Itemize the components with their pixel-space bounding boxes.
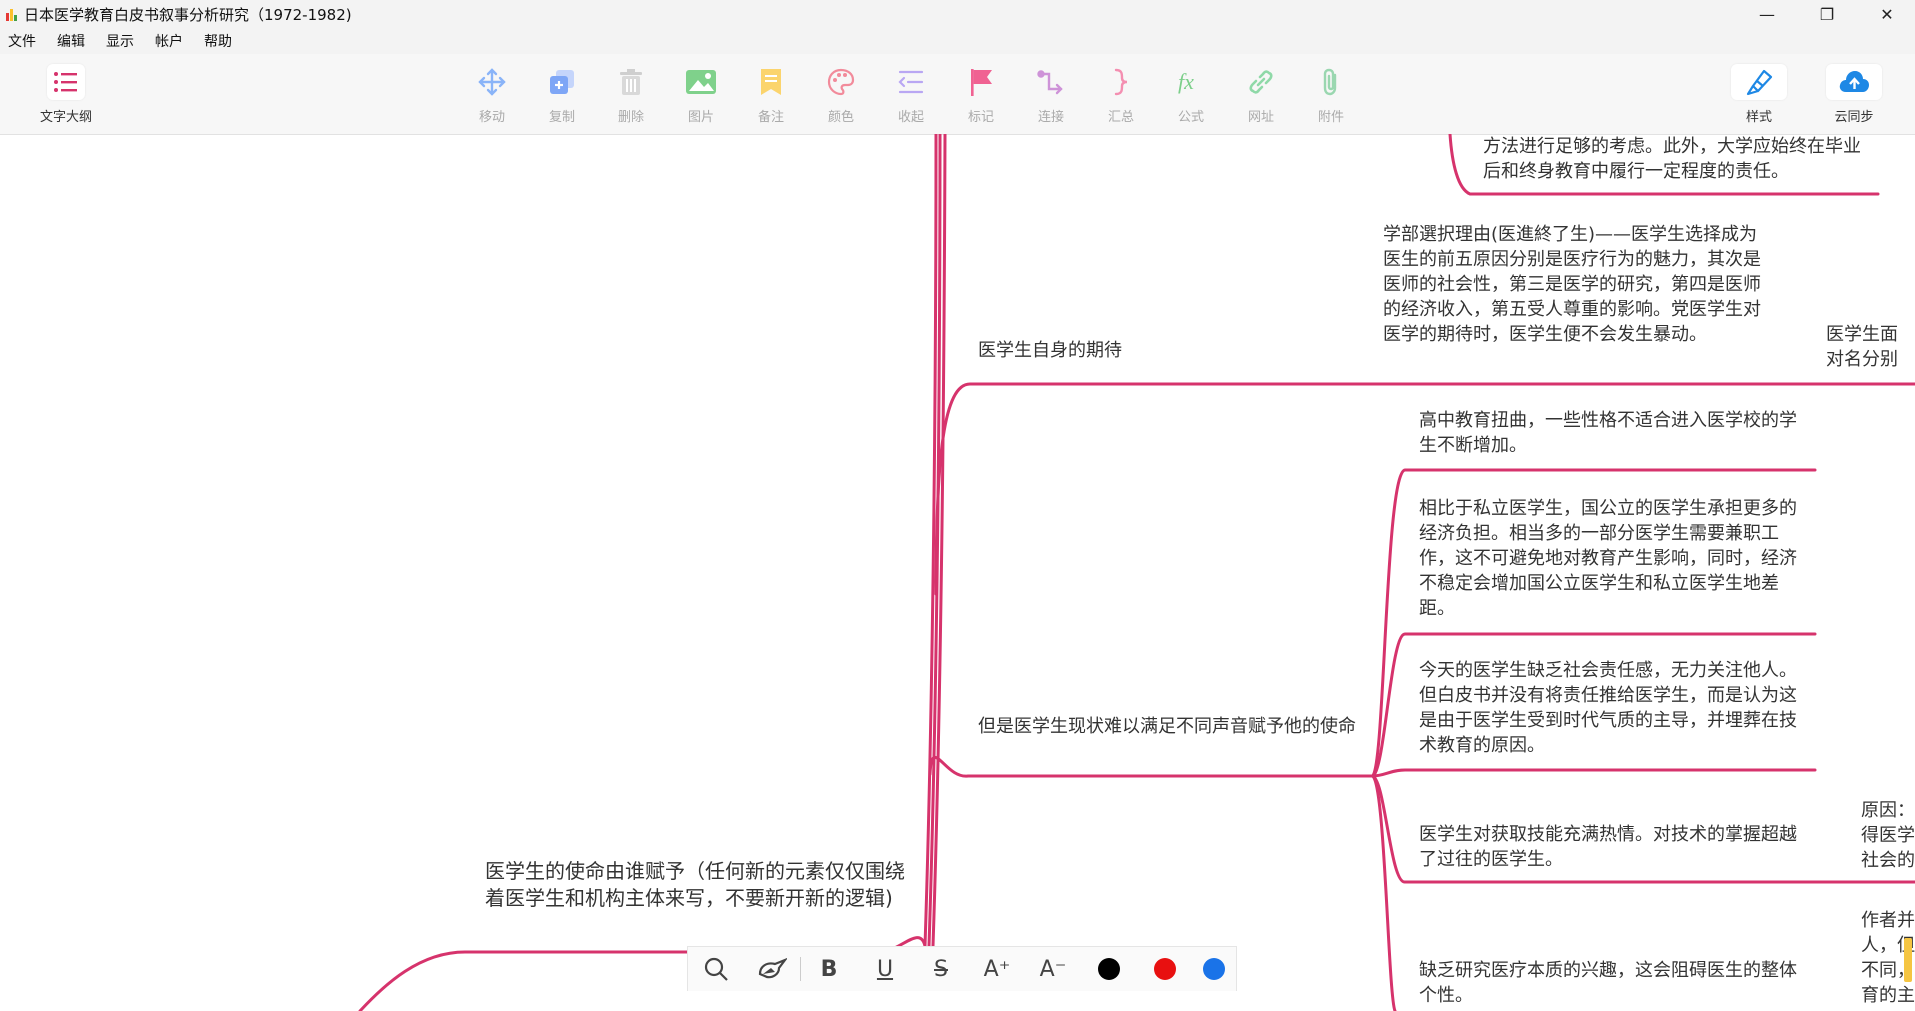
formula-label: 公式 [1177, 110, 1204, 125]
outline-label: 文字大纲 [39, 110, 92, 125]
node-tech[interactable]: 医学生对获取技能充满热情。对技术的掌握超越了过往的医学生。 [1419, 822, 1804, 872]
swatch-blue [1203, 958, 1225, 980]
close-button[interactable]: ✕ [1857, 0, 1915, 28]
delete-label: 删除 [617, 110, 644, 125]
mark-button[interactable]: 标记 [951, 64, 1011, 130]
bold-button[interactable]: B [801, 947, 857, 991]
formula-icon: fx [1172, 64, 1210, 100]
image-label: 图片 [687, 110, 714, 125]
delete-button[interactable]: 删除 [601, 64, 661, 130]
color-button[interactable]: 颜色 [811, 64, 871, 130]
move-button[interactable]: 移动 [462, 64, 522, 130]
connect-button[interactable]: 连接 [1021, 64, 1081, 130]
paperclip-icon [1312, 64, 1350, 100]
swatch-red [1154, 958, 1176, 980]
svg-text:fx: fx [1178, 69, 1194, 94]
image-icon [682, 64, 720, 100]
menu-help[interactable]: 帮助 [204, 31, 232, 51]
connect-icon [1032, 64, 1070, 100]
menu-account[interactable]: 帐户 [155, 31, 183, 51]
swatch-black [1098, 958, 1120, 980]
format-bar: B U S A⁺ A⁻ [687, 946, 1237, 991]
underline-button[interactable]: U [857, 947, 913, 991]
link-icon [1242, 64, 1280, 100]
url-button[interactable]: 网址 [1231, 64, 1291, 130]
attachment-label: 附件 [1317, 110, 1344, 125]
copy-label: 复制 [548, 110, 575, 125]
search-icon [704, 957, 728, 981]
style-label: 样式 [1745, 110, 1772, 125]
cloud-sync-button[interactable]: 云同步 [1824, 64, 1884, 130]
summary-button[interactable]: 汇总 [1091, 64, 1151, 130]
outline-button[interactable]: 文字大纲 [36, 64, 96, 130]
color-red-button[interactable] [1137, 947, 1193, 991]
connect-label: 连接 [1037, 110, 1064, 125]
title-bar: 日本医学教育白皮书叙事分析研究（1972-1982) — ❐ ✕ [0, 0, 1915, 28]
node-research[interactable]: 缺乏研究医疗本质的兴趣，这会阻碍医生的整体个性。 [1419, 958, 1804, 1008]
attachment-button[interactable]: 附件 [1301, 64, 1361, 130]
palette-icon [822, 64, 860, 100]
trash-icon [612, 64, 650, 100]
brace-icon [1102, 64, 1140, 100]
collapse-icon [892, 64, 930, 100]
node-duty[interactable]: 今天的医学生缺乏社会责任感，无力关注他人。但白皮书并没有将责任推给医学生，而是认… [1419, 658, 1804, 758]
search-button[interactable] [688, 947, 744, 991]
font-increase-button[interactable]: A⁺ [969, 947, 1025, 991]
summary-label: 汇总 [1107, 110, 1134, 125]
strikethrough-button[interactable]: S [913, 947, 969, 991]
collapse-label: 收起 [897, 110, 924, 125]
scroll-handle[interactable] [1904, 938, 1912, 982]
style-button[interactable]: 样式 [1729, 64, 1789, 130]
app-logo-icon [6, 7, 18, 21]
note-icon [752, 64, 790, 100]
format-painter-icon [758, 958, 787, 979]
cloud-upload-icon [1826, 64, 1882, 100]
branch-mission-gap [928, 756, 1374, 778]
mark-label: 标记 [967, 110, 994, 125]
move-icon [473, 64, 511, 100]
copy-button[interactable]: 复制 [532, 64, 592, 130]
brush-icon [1731, 64, 1787, 100]
color-black-button[interactable] [1081, 947, 1137, 991]
url-label: 网址 [1247, 110, 1274, 125]
node-expect[interactable]: 医学生自身的期待 [978, 338, 1278, 363]
maximize-button[interactable]: ❐ [1797, 0, 1857, 28]
color-blue-button[interactable] [1193, 947, 1236, 991]
node-mission-who[interactable]: 医学生的使命由谁赋予（任何新的元素仅仅围绕着医学生和机构主体来写，不要新开新的逻… [485, 858, 915, 912]
trunk-line [923, 134, 938, 948]
mindmap-canvas[interactable]: 方法进行足够的考虑。此外，大学应始终在毕业后和终身教育中履行一定程度的责任。 学… [0, 134, 1915, 1011]
node-top-text[interactable]: 方法进行足够的考虑。此外，大学应始终在毕业后和终身教育中履行一定程度的责任。 [1483, 134, 1863, 184]
flag-icon [962, 64, 1000, 100]
node-reason[interactable]: 学部選択理由(医進終了生)——医学生选择成为医生的前五原因分别是医疗行为的魅力，… [1383, 222, 1763, 347]
toolbar: 文字大纲 移动 复制 删除 图片 备注 颜色 收起 标记 连接 汇总 fx 公式… [0, 54, 1915, 135]
menu-file[interactable]: 文件 [8, 31, 36, 51]
menu-view[interactable]: 显示 [106, 31, 134, 51]
node-cut-right-1[interactable]: 医学生面对名分别为临 [1826, 322, 1915, 372]
font-decrease-button[interactable]: A⁻ [1025, 947, 1081, 991]
menu-bar: 文件 编辑 显示 帐户 帮助 [0, 28, 1915, 54]
move-label: 移动 [478, 110, 505, 125]
node-hs[interactable]: 高中教育扭曲，一些性格不适合进入医学校的学生不断增加。 [1419, 408, 1804, 458]
menu-edit[interactable]: 编辑 [57, 31, 85, 51]
copy-icon [543, 64, 581, 100]
window-title: 日本医学教育白皮书叙事分析研究（1972-1982) [24, 5, 352, 24]
note-button[interactable]: 备注 [741, 64, 801, 130]
node-burden[interactable]: 相比于私立医学生，国公立的医学生承担更多的经济负担。相当多的一部分医学生需要兼职… [1419, 496, 1804, 621]
minimize-button[interactable]: — [1737, 0, 1797, 28]
list-icon [47, 64, 85, 100]
formula-button[interactable]: fx 公式 [1161, 64, 1221, 130]
node-cut-right-2[interactable]: 原因：得医学社会的 [1861, 798, 1915, 874]
color-label: 颜色 [827, 110, 854, 125]
format-painter-button[interactable] [744, 947, 800, 991]
note-label: 备注 [757, 110, 784, 125]
collapse-button[interactable]: 收起 [881, 64, 941, 130]
cloud-sync-label: 云同步 [1834, 110, 1874, 125]
image-button[interactable]: 图片 [671, 64, 731, 130]
node-mission-gap[interactable]: 但是医学生现状难以满足不同声音赋予他的使命 [978, 714, 1363, 739]
branch-duty [1370, 768, 1817, 778]
